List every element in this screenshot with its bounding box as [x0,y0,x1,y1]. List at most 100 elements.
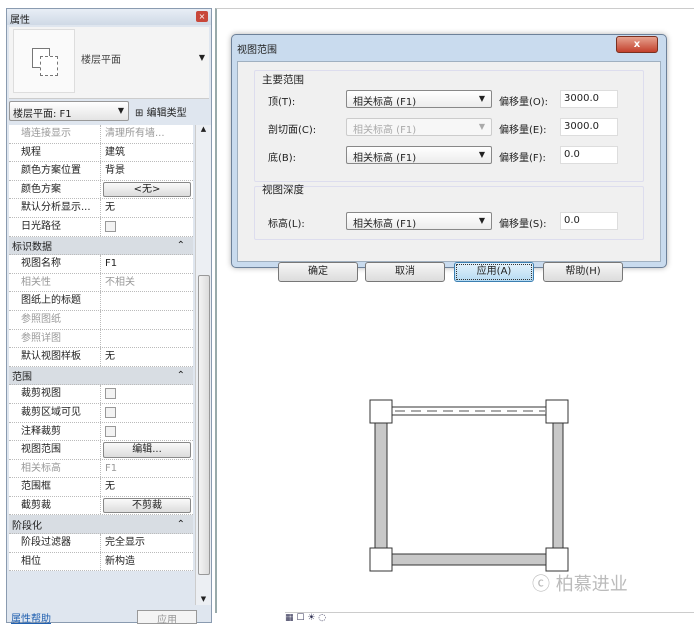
edit-type-label: 编辑类型 [146,108,187,119]
group-label: 标识数据 [12,241,52,253]
property-value[interactable]: F1 [105,258,117,269]
property-name: 阶段过滤器 [9,534,101,552]
offset-input[interactable]: 3000.0 [560,90,618,108]
property-row: 范围框无 [9,478,193,497]
field-label: 剖切面(C): [268,125,317,136]
collapse-icon[interactable]: ⌃ [177,519,185,530]
level-select-value: 相关标高 (F1) [353,219,417,230]
property-name: 注释裁剪 [9,422,101,441]
property-row: 颜色方案 <无> [9,180,193,200]
field-label: 标高(L): [268,219,305,230]
property-value[interactable]: 无 [105,351,115,362]
chevron-down-icon: ▼ [117,106,124,115]
close-icon[interactable]: × [196,11,208,22]
chevron-down-icon: ▼ [478,94,485,103]
property-name: 裁剪视图 [9,385,101,403]
wechat-icon: ⓒ [532,574,550,595]
property-value: 不相关 [105,276,135,288]
property-name: 范围框 [9,478,101,496]
property-name: 相位 [9,552,101,571]
property-row: 日光路径 [9,217,193,237]
cancel-button[interactable]: 取消 [365,262,445,282]
property-row: 相关标高 F1 [9,459,193,479]
level-select[interactable]: 相关标高 (F1) ▼ [346,212,492,230]
checkbox[interactable] [105,220,116,232]
property-button[interactable]: 不剪裁 [103,497,191,514]
type-selector[interactable]: 楼层平面 ▼ [9,27,209,99]
level-select-value: 相关标高 (F1) [353,153,417,164]
property-row: 视图范围 编辑... [9,441,193,460]
properties-panel: 属性 × 楼层平面 ▼ 楼层平面: F1 ▼ ⊞ 编辑类型 墙连接显示 清理所有墙.… [6,8,212,626]
offset-label: 偏移量(O): [499,97,549,108]
properties-title-bar: 属性 × [7,9,211,26]
group-header[interactable]: 标识数据 ⌃ [9,236,193,256]
chevron-down-icon[interactable]: ▼ [199,53,205,62]
property-name: 图纸上的标题 [9,292,101,310]
property-button[interactable]: 编辑... [103,442,191,458]
property-name: 参照详图 [9,329,101,348]
property-name: 默认视图样板 [9,348,101,366]
level-select: 相关标高 (F1) ▼ [346,118,492,136]
property-name: 颜色方案位置 [9,162,101,180]
floor-plan-icon [13,29,75,93]
property-value[interactable]: 背景 [105,165,125,176]
group-header[interactable]: 阶段化 ⌃ [9,515,193,535]
level-select[interactable]: 相关标高 (F1) ▼ [346,90,492,108]
offset-input[interactable]: 0.0 [560,146,618,164]
property-row: 相关性 不相关 [9,273,193,293]
ok-button[interactable]: 确定 [278,262,358,282]
property-name: 截剪裁 [9,496,101,515]
dialog-close-button[interactable]: x [616,36,658,53]
apply-button[interactable]: 应用(A) [454,262,534,282]
group-header[interactable]: 范围 ⌃ [9,366,193,386]
chevron-down-icon: ▼ [478,150,485,159]
property-row: 参照详图 [9,329,193,349]
property-row: 截剪裁 不剪裁 [9,496,193,516]
collapse-icon[interactable]: ⌃ [177,370,185,381]
property-row: 图纸上的标题 [9,292,193,311]
offset-label: 偏移量(S): [499,219,547,230]
edit-type-button[interactable]: ⊞ 编辑类型 [135,104,187,119]
properties-title: 属性 [10,15,30,26]
property-button[interactable]: <无> [103,181,191,198]
property-name: 视图范围 [9,441,101,459]
checkbox[interactable] [105,406,116,418]
property-name: 日光路径 [9,217,101,236]
property-row: 参照图纸 [9,310,193,330]
instance-selector[interactable]: 楼层平面: F1 ▼ [9,101,129,121]
property-row: 视图名称 F1 [9,255,193,274]
scrollbar[interactable]: ▲ ▼ [195,125,211,605]
field-label: 底(B): [268,153,297,164]
help-button[interactable]: 帮助(H) [543,262,623,282]
offset-input[interactable]: 3000.0 [560,118,618,136]
apply-button[interactable]: 应用 [137,610,197,626]
checkbox[interactable] [105,388,116,400]
property-value[interactable]: 建筑 [105,147,125,158]
property-name: 颜色方案 [9,180,101,199]
checkbox[interactable] [105,425,116,437]
collapse-icon[interactable]: ⌃ [177,240,185,251]
property-value: F1 [105,462,118,474]
watermark-text: 柏慕进业 [555,574,628,595]
scrollbar-thumb[interactable] [198,275,210,575]
property-name: 参照图纸 [9,310,101,329]
chevron-down-icon: ▼ [478,122,485,131]
property-row: 墙连接显示 清理所有墙... [9,125,193,144]
property-value[interactable]: 无 [105,202,115,213]
offset-label: 偏移量(F): [499,153,546,164]
property-value[interactable]: 无 [105,481,115,492]
level-select[interactable]: 相关标高 (F1) ▼ [346,146,492,164]
property-value[interactable]: 新构造 [105,556,135,567]
property-name: 相关标高 [9,459,101,478]
property-row: 颜色方案位置 背景 [9,162,193,181]
chevron-down-icon: ▼ [478,216,485,225]
property-value[interactable]: 完全显示 [105,537,145,548]
property-name: 视图名称 [9,255,101,273]
watermark: ⓒ 柏慕进业 [532,570,628,596]
scale-icon[interactable]: ▦ ☐ ☀ ◌ [285,613,326,623]
edit-type-icon: ⊞ [135,108,144,119]
view-control-bar[interactable]: ▦ ☐ ☀ ◌ [285,612,694,623]
offset-input[interactable]: 0.0 [560,212,618,230]
level-select-value: 相关标高 (F1) [353,125,417,136]
view-range-dialog: 视图范围 x 主要范围 视图深度 顶(T): 相关标高 (F1) ▼ 偏移量(O)… [231,34,667,282]
